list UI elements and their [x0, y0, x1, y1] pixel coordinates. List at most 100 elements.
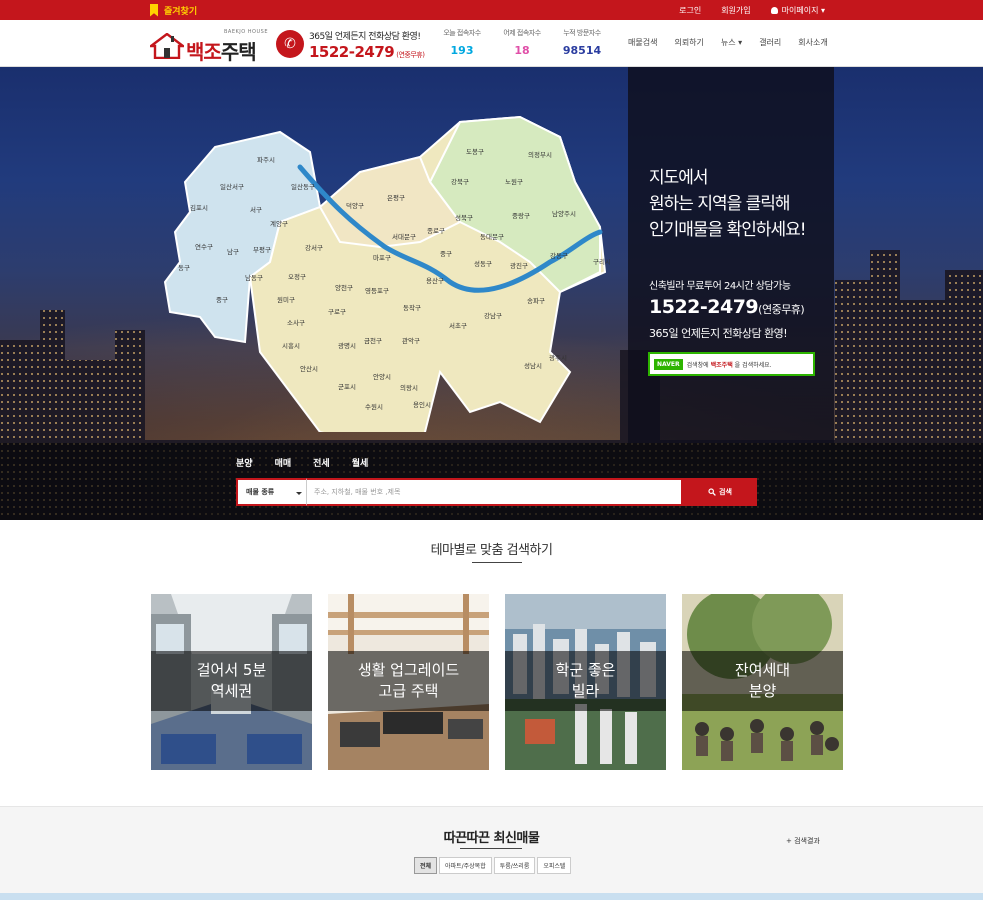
- tab-jeonse[interactable]: 전세: [313, 456, 330, 469]
- map-label[interactable]: 안양시: [373, 372, 391, 381]
- map-label[interactable]: 남양주시: [552, 209, 576, 218]
- stat-label: 오늘 접속자수: [443, 29, 481, 37]
- map-label[interactable]: 서초구: [449, 321, 467, 330]
- map-label[interactable]: 동작구: [403, 303, 421, 312]
- map-label[interactable]: 종로구: [427, 227, 445, 235]
- mypage-link[interactable]: 마이페이지 ▾: [770, 5, 825, 16]
- map-label[interactable]: 금천구: [364, 336, 382, 345]
- map-label[interactable]: 파주시: [257, 155, 275, 164]
- map-label[interactable]: 강서구: [305, 243, 323, 252]
- map-label[interactable]: 동대문구: [480, 233, 504, 241]
- map-label[interactable]: 광주시: [549, 354, 567, 362]
- map-label[interactable]: 의정부시: [528, 150, 552, 159]
- map-label[interactable]: 중구: [216, 296, 228, 304]
- map-label[interactable]: 강북구: [451, 177, 469, 186]
- map-label[interactable]: 용인시: [413, 400, 431, 409]
- nav-item-news[interactable]: 뉴스 ▾: [721, 37, 742, 48]
- top-bar: 즐겨찾기 로그인 회원가입 마이페이지 ▾: [0, 0, 983, 20]
- search-input[interactable]: [306, 478, 683, 506]
- tab-all[interactable]: 전체: [414, 857, 438, 874]
- tab-sale[interactable]: 매매: [275, 456, 292, 469]
- map-label[interactable]: 구로구: [328, 308, 346, 316]
- tab-monthly[interactable]: 월세: [352, 456, 369, 469]
- latest-listings-section: 따끈따끈 최신매물 + 검색결과 전체 아파트/주상복합 투룸/쓰리룸 오피스텔: [0, 806, 983, 900]
- map-label[interactable]: 일산서구: [220, 182, 244, 191]
- phone-number-value: 1522-2479: [309, 43, 395, 61]
- map-label[interactable]: 일산동구: [291, 182, 315, 191]
- theme-card-school[interactable]: 학군 좋은 빌라: [505, 594, 666, 770]
- map-label[interactable]: 강동구: [550, 251, 568, 260]
- search-button[interactable]: 검색: [683, 478, 757, 506]
- map-label[interactable]: 김포시: [190, 204, 208, 212]
- map-label[interactable]: 관악구: [402, 336, 420, 345]
- hero-phone: 1522-2479(연중무휴): [649, 296, 805, 318]
- map-label[interactable]: 광진구: [510, 261, 528, 270]
- map-label[interactable]: 송파구: [527, 296, 545, 305]
- map-label[interactable]: 오정구: [288, 272, 306, 281]
- map-label[interactable]: 남구: [227, 247, 239, 256]
- map-label[interactable]: 덕양구: [346, 201, 364, 210]
- map-label[interactable]: 소사구: [287, 318, 305, 327]
- signup-link[interactable]: 회원가입: [721, 5, 750, 16]
- map-label[interactable]: 의왕시: [400, 383, 418, 392]
- map-label[interactable]: 수원시: [365, 402, 383, 411]
- map-label[interactable]: 성북구: [455, 213, 473, 222]
- tab-tworoom[interactable]: 투룸/쓰리룸: [493, 857, 536, 874]
- map-label[interactable]: 양천구: [335, 283, 353, 292]
- naver-search-banner[interactable]: NAVER 검색창에 백조주택 을 검색하세요.: [648, 352, 815, 376]
- stat-value: 18: [514, 44, 530, 57]
- map-label[interactable]: 영등포구: [365, 286, 389, 295]
- map-label[interactable]: 군포시: [338, 383, 356, 391]
- theme-card-station[interactable]: 걸어서 5분 역세권: [151, 594, 312, 770]
- map-label[interactable]: 중구: [440, 250, 452, 258]
- hero-info-panel: 지도에서 원하는 지역을 클릭해 인기매물을 확인하세요! 신축빌라 무료투어 …: [628, 67, 834, 443]
- map-label[interactable]: 성남시: [524, 361, 542, 370]
- title-underline: [460, 848, 522, 849]
- seoul-region-map[interactable]: 파주시 일산서구 일산동구 김포시 서구 계양구 연수구 남구 부평구 동구 남…: [160, 112, 610, 432]
- phone-tagline: 365일 언제든지 전화상담 환영!: [309, 32, 421, 42]
- map-label[interactable]: 은평구: [387, 193, 405, 202]
- more-results-link[interactable]: + 검색결과: [786, 836, 820, 846]
- map-label[interactable]: 계양구: [270, 219, 288, 228]
- hero-consult-text: 365일 언제든지 전화상담 환영!: [649, 327, 788, 340]
- card-overlay: 학군 좋은 빌라: [505, 651, 666, 711]
- search-button-label: 검색: [719, 488, 732, 496]
- theme-card-presale[interactable]: 잔여세대 분양: [682, 594, 843, 770]
- map-label[interactable]: 동구: [178, 264, 190, 272]
- nav-item-about[interactable]: 회사소개: [798, 37, 827, 48]
- map-label[interactable]: 안산시: [300, 364, 318, 373]
- map-label[interactable]: 구리시: [593, 257, 610, 266]
- theme-card-premium[interactable]: 생활 업그레이드 고급 주택: [328, 594, 489, 770]
- logo-subtext: BAEKJO HOUSE: [224, 29, 268, 35]
- map-label[interactable]: 성동구: [474, 259, 492, 268]
- map-label[interactable]: 광명시: [338, 341, 356, 350]
- tab-officetel[interactable]: 오피스텔: [537, 857, 572, 874]
- tab-presale[interactable]: 분양: [236, 456, 253, 469]
- nav-item-search[interactable]: 매물검색: [628, 37, 657, 48]
- map-label[interactable]: 시흥시: [282, 341, 300, 350]
- map-label[interactable]: 마포구: [373, 253, 391, 262]
- nav-item-gallery[interactable]: 갤러리: [759, 37, 781, 48]
- login-link[interactable]: 로그인: [679, 5, 701, 16]
- card-label: 잔여세대 분양: [734, 661, 791, 700]
- map-label[interactable]: 원미구: [277, 295, 295, 304]
- map-label[interactable]: 서대문구: [392, 232, 416, 241]
- theme-section-title: 테마별로 맞춤 검색하기: [430, 543, 553, 558]
- map-label[interactable]: 부평구: [253, 245, 271, 254]
- nav-item-request[interactable]: 의뢰하기: [674, 37, 703, 48]
- map-label[interactable]: 노원구: [505, 177, 523, 186]
- top-links: 로그인 회원가입 마이페이지 ▾: [679, 0, 825, 20]
- map-label[interactable]: 서구: [250, 205, 262, 214]
- map-label[interactable]: 강남구: [484, 311, 502, 320]
- map-label[interactable]: 용산구: [426, 276, 444, 285]
- map-label[interactable]: 도봉구: [466, 148, 484, 156]
- bookmark-link[interactable]: 즐겨찾기: [150, 0, 197, 20]
- map-label[interactable]: 연수구: [195, 243, 213, 251]
- map-label[interactable]: 중랑구: [512, 212, 530, 220]
- site-logo[interactable]: BAEKJO HOUSE 백조주택: [150, 27, 268, 64]
- card-label: 걸어서 5분 역세권: [196, 661, 267, 700]
- search-icon: [708, 488, 716, 496]
- property-type-select[interactable]: 매물 종류: [236, 478, 306, 506]
- map-label[interactable]: 남동구: [245, 273, 263, 282]
- tab-apartment[interactable]: 아파트/주상복합: [439, 857, 492, 874]
